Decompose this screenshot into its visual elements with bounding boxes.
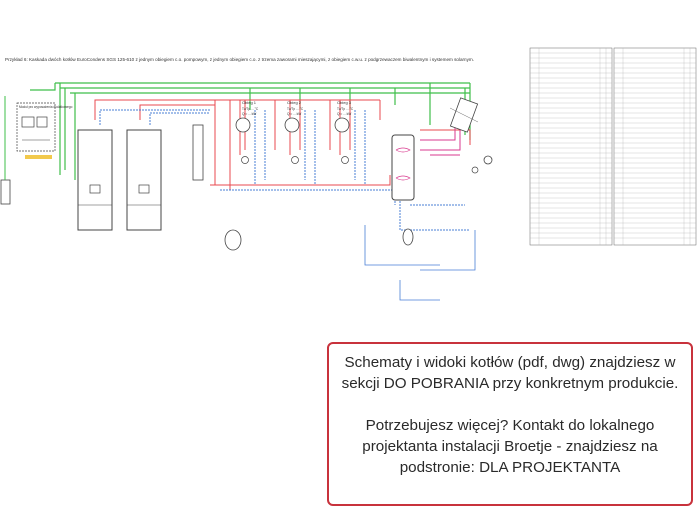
hydraulic-separator bbox=[192, 124, 204, 181]
outside-sensor bbox=[0, 96, 11, 205]
circuit-3-name: Obieg 3 bbox=[337, 100, 352, 105]
caption-downloads-text: Schematy i widoki kotłów (pdf, dwg) znaj… bbox=[341, 354, 679, 392]
circuit-3-power: Q = ... kW bbox=[337, 112, 351, 116]
accessory-module-label: Moduł pro wyposażenia dodatkowego bbox=[19, 105, 73, 109]
solar-collector bbox=[449, 97, 479, 133]
component-legend-left bbox=[529, 47, 613, 246]
boiler-2 bbox=[126, 129, 162, 231]
circuit-2-power: Q = ... kW bbox=[287, 112, 301, 116]
accessory-module: Moduł pro wyposażenia dodatkowego bbox=[16, 102, 73, 152]
dhw-cylinder bbox=[391, 134, 415, 201]
cold-water-inlet bbox=[364, 225, 476, 301]
boiler-1 bbox=[77, 129, 113, 231]
heating-circuit-2: Obieg 2 Tz/Tp ... °C Q = ... kW bbox=[284, 100, 304, 164]
solar-station bbox=[471, 155, 493, 174]
circuit-1-power: Q = ... kW bbox=[242, 112, 256, 116]
info-caption-box: Schematy i widoki kotłów (pdf, dwg) znaj… bbox=[327, 342, 693, 506]
expansion-vessel bbox=[224, 229, 242, 251]
diagram-title: Przykład 6: Kaskada dwóch kotłów EuroCon… bbox=[5, 57, 474, 62]
caption-designer-contact-text: Potrzebujesz więcej? Kontakt do lokalneg… bbox=[362, 417, 658, 476]
circuit-3-temps: Tz/Tp ... °C bbox=[337, 107, 354, 111]
circuit-1-temps: Tz/Tp ... °C bbox=[242, 107, 259, 111]
expansion-vessel-2 bbox=[402, 228, 414, 246]
component-legend-right bbox=[613, 47, 697, 246]
circuit-2-name: Obieg 2 bbox=[287, 100, 302, 105]
circuit-1-name: Obieg 1 bbox=[242, 100, 257, 105]
circuit-2-temps: Tz/Tp ... °C bbox=[287, 107, 304, 111]
heating-circuit-3: Obieg 3 Tz/Tp ... °C Q = ... kW bbox=[334, 100, 354, 164]
